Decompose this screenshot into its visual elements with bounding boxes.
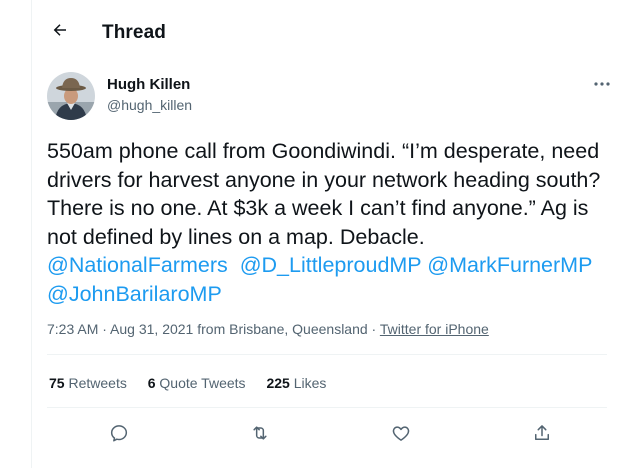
more-options-button[interactable] <box>592 76 612 92</box>
retweets-stat[interactable]: 75 Retweets <box>49 375 127 391</box>
tweet-time[interactable]: 7:23 AM <box>47 321 98 337</box>
arrow-left-icon <box>53 24 66 36</box>
meta-separator: · <box>367 321 380 337</box>
avatar-photo <box>47 72 95 120</box>
retweet-icon <box>253 426 267 440</box>
share-icon <box>535 425 549 440</box>
tweet-source-link[interactable]: Twitter for iPhone <box>380 321 489 337</box>
tweet-meta: 7:23 AM · Aug 31, 2021 from Brisbane, Qu… <box>47 321 489 337</box>
retweets-label: Retweets <box>68 375 127 391</box>
divider <box>47 407 607 408</box>
mention-link[interactable]: @MarkFurnerMP <box>427 253 592 277</box>
back-button[interactable] <box>49 19 71 41</box>
tweet-thread-panel: Thread Hugh Killen @hugh_killen 550am ph… <box>31 0 621 468</box>
mention-link[interactable]: @NationalFarmers <box>47 253 228 277</box>
reply-icon <box>110 425 128 442</box>
reply-button[interactable] <box>106 420 132 446</box>
mention-link[interactable]: @JohnBarilaroMP <box>47 282 222 306</box>
author-name[interactable]: Hugh Killen <box>107 76 190 93</box>
mention-spacer <box>592 253 598 277</box>
page-title: Thread <box>102 22 166 43</box>
likes-count: 225 <box>266 375 290 391</box>
mention-spacer <box>228 253 240 277</box>
quote-tweets-label: Quote Tweets <box>159 375 246 391</box>
tweet-text: 550am phone call from Goondiwindi. “I’m … <box>47 137 607 309</box>
tweet-actions <box>32 420 621 446</box>
tweet-body: 550am phone call from Goondiwindi. “I’m … <box>47 139 606 249</box>
likes-label: Likes <box>293 375 327 391</box>
tweet-date-location[interactable]: Aug 31, 2021 from Brisbane, Queensland <box>110 321 368 337</box>
like-button[interactable] <box>388 420 414 446</box>
share-button[interactable] <box>529 420 555 446</box>
avatar[interactable] <box>47 72 95 120</box>
mention-link[interactable]: @D_LittleproudMP <box>240 253 422 277</box>
divider <box>47 354 607 355</box>
meta-separator: · <box>98 321 111 337</box>
like-icon <box>392 426 410 441</box>
quote-tweets-count: 6 <box>147 375 156 391</box>
retweets-count: 75 <box>49 375 65 391</box>
retweet-button[interactable] <box>247 420 273 446</box>
likes-stat[interactable]: 225 Likes <box>266 375 326 391</box>
tweet-stats: 75 Retweets 6 Quote Tweets 225 Likes <box>49 375 343 391</box>
header: Thread <box>32 0 621 53</box>
author-handle[interactable]: @hugh_killen <box>107 97 192 113</box>
more-icon <box>594 82 610 86</box>
quote-tweets-stat[interactable]: 6 Quote Tweets <box>148 375 246 391</box>
